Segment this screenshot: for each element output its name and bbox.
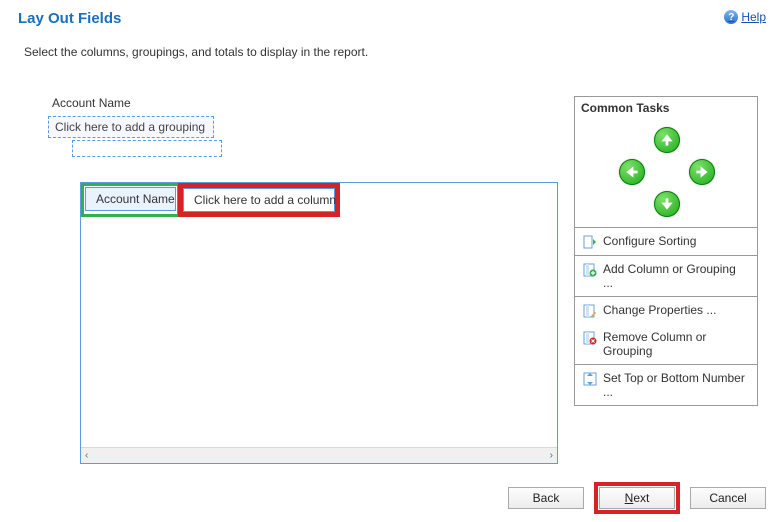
- move-left-button[interactable]: [619, 159, 645, 185]
- column-header-account-name[interactable]: Account Name: [85, 187, 176, 211]
- arrow-down-icon: [660, 197, 674, 211]
- layout-canvas: Account Name Click here to add a column …: [80, 182, 558, 464]
- instruction-text: Select the columns, groupings, and total…: [0, 27, 784, 59]
- properties-icon: [583, 304, 597, 318]
- move-up-button[interactable]: [654, 127, 680, 153]
- grouping-field-label: Account Name: [52, 96, 558, 110]
- sort-icon: [583, 235, 597, 249]
- next-button[interactable]: Next: [599, 487, 675, 509]
- arrow-right-icon: [695, 165, 709, 179]
- scroll-left-icon[interactable]: ‹: [81, 450, 92, 461]
- column-highlight-red: Click here to add a column: [178, 183, 340, 217]
- move-right-button[interactable]: [689, 159, 715, 185]
- page-title: Lay Out Fields: [18, 10, 121, 27]
- help-link[interactable]: ? Help: [724, 10, 766, 24]
- back-button[interactable]: Back: [508, 487, 584, 509]
- remove-column-link[interactable]: Remove Column or Grouping: [575, 324, 757, 364]
- configure-sorting-link[interactable]: Configure Sorting: [575, 228, 757, 255]
- column-highlight-green: Account Name: [81, 183, 180, 217]
- set-top-bottom-label: Set Top or Bottom Number ...: [603, 371, 749, 399]
- change-properties-link[interactable]: Change Properties ...: [575, 297, 757, 324]
- set-top-bottom-link[interactable]: Set Top or Bottom Number ...: [575, 365, 757, 405]
- top-bottom-icon: [583, 372, 597, 386]
- arrow-left-icon: [625, 165, 639, 179]
- arrow-up-icon: [660, 133, 674, 147]
- add-column-label: Add Column or Grouping ...: [603, 262, 749, 290]
- change-properties-label: Change Properties ...: [603, 303, 716, 317]
- add-column-link[interactable]: Add Column or Grouping ...: [575, 256, 757, 296]
- remove-column-icon: [583, 331, 597, 345]
- cancel-button[interactable]: Cancel: [690, 487, 766, 509]
- add-grouping-placeholder[interactable]: Click here to add a grouping: [48, 116, 214, 138]
- add-column-icon: [583, 263, 597, 277]
- move-down-button[interactable]: [654, 191, 680, 217]
- next-button-highlight: Next: [594, 482, 680, 514]
- help-label: Help: [741, 10, 766, 24]
- configure-sorting-label: Configure Sorting: [603, 234, 696, 248]
- remove-column-label: Remove Column or Grouping: [603, 330, 749, 358]
- scroll-right-icon[interactable]: ›: [546, 450, 557, 461]
- grouping-sub-slot[interactable]: [72, 140, 222, 157]
- horizontal-scrollbar[interactable]: ‹ ›: [81, 447, 557, 463]
- help-icon: ?: [724, 10, 738, 24]
- move-nav-pad: [575, 119, 757, 227]
- add-column-placeholder[interactable]: Click here to add a column: [183, 188, 335, 212]
- common-tasks-title: Common Tasks: [575, 97, 757, 119]
